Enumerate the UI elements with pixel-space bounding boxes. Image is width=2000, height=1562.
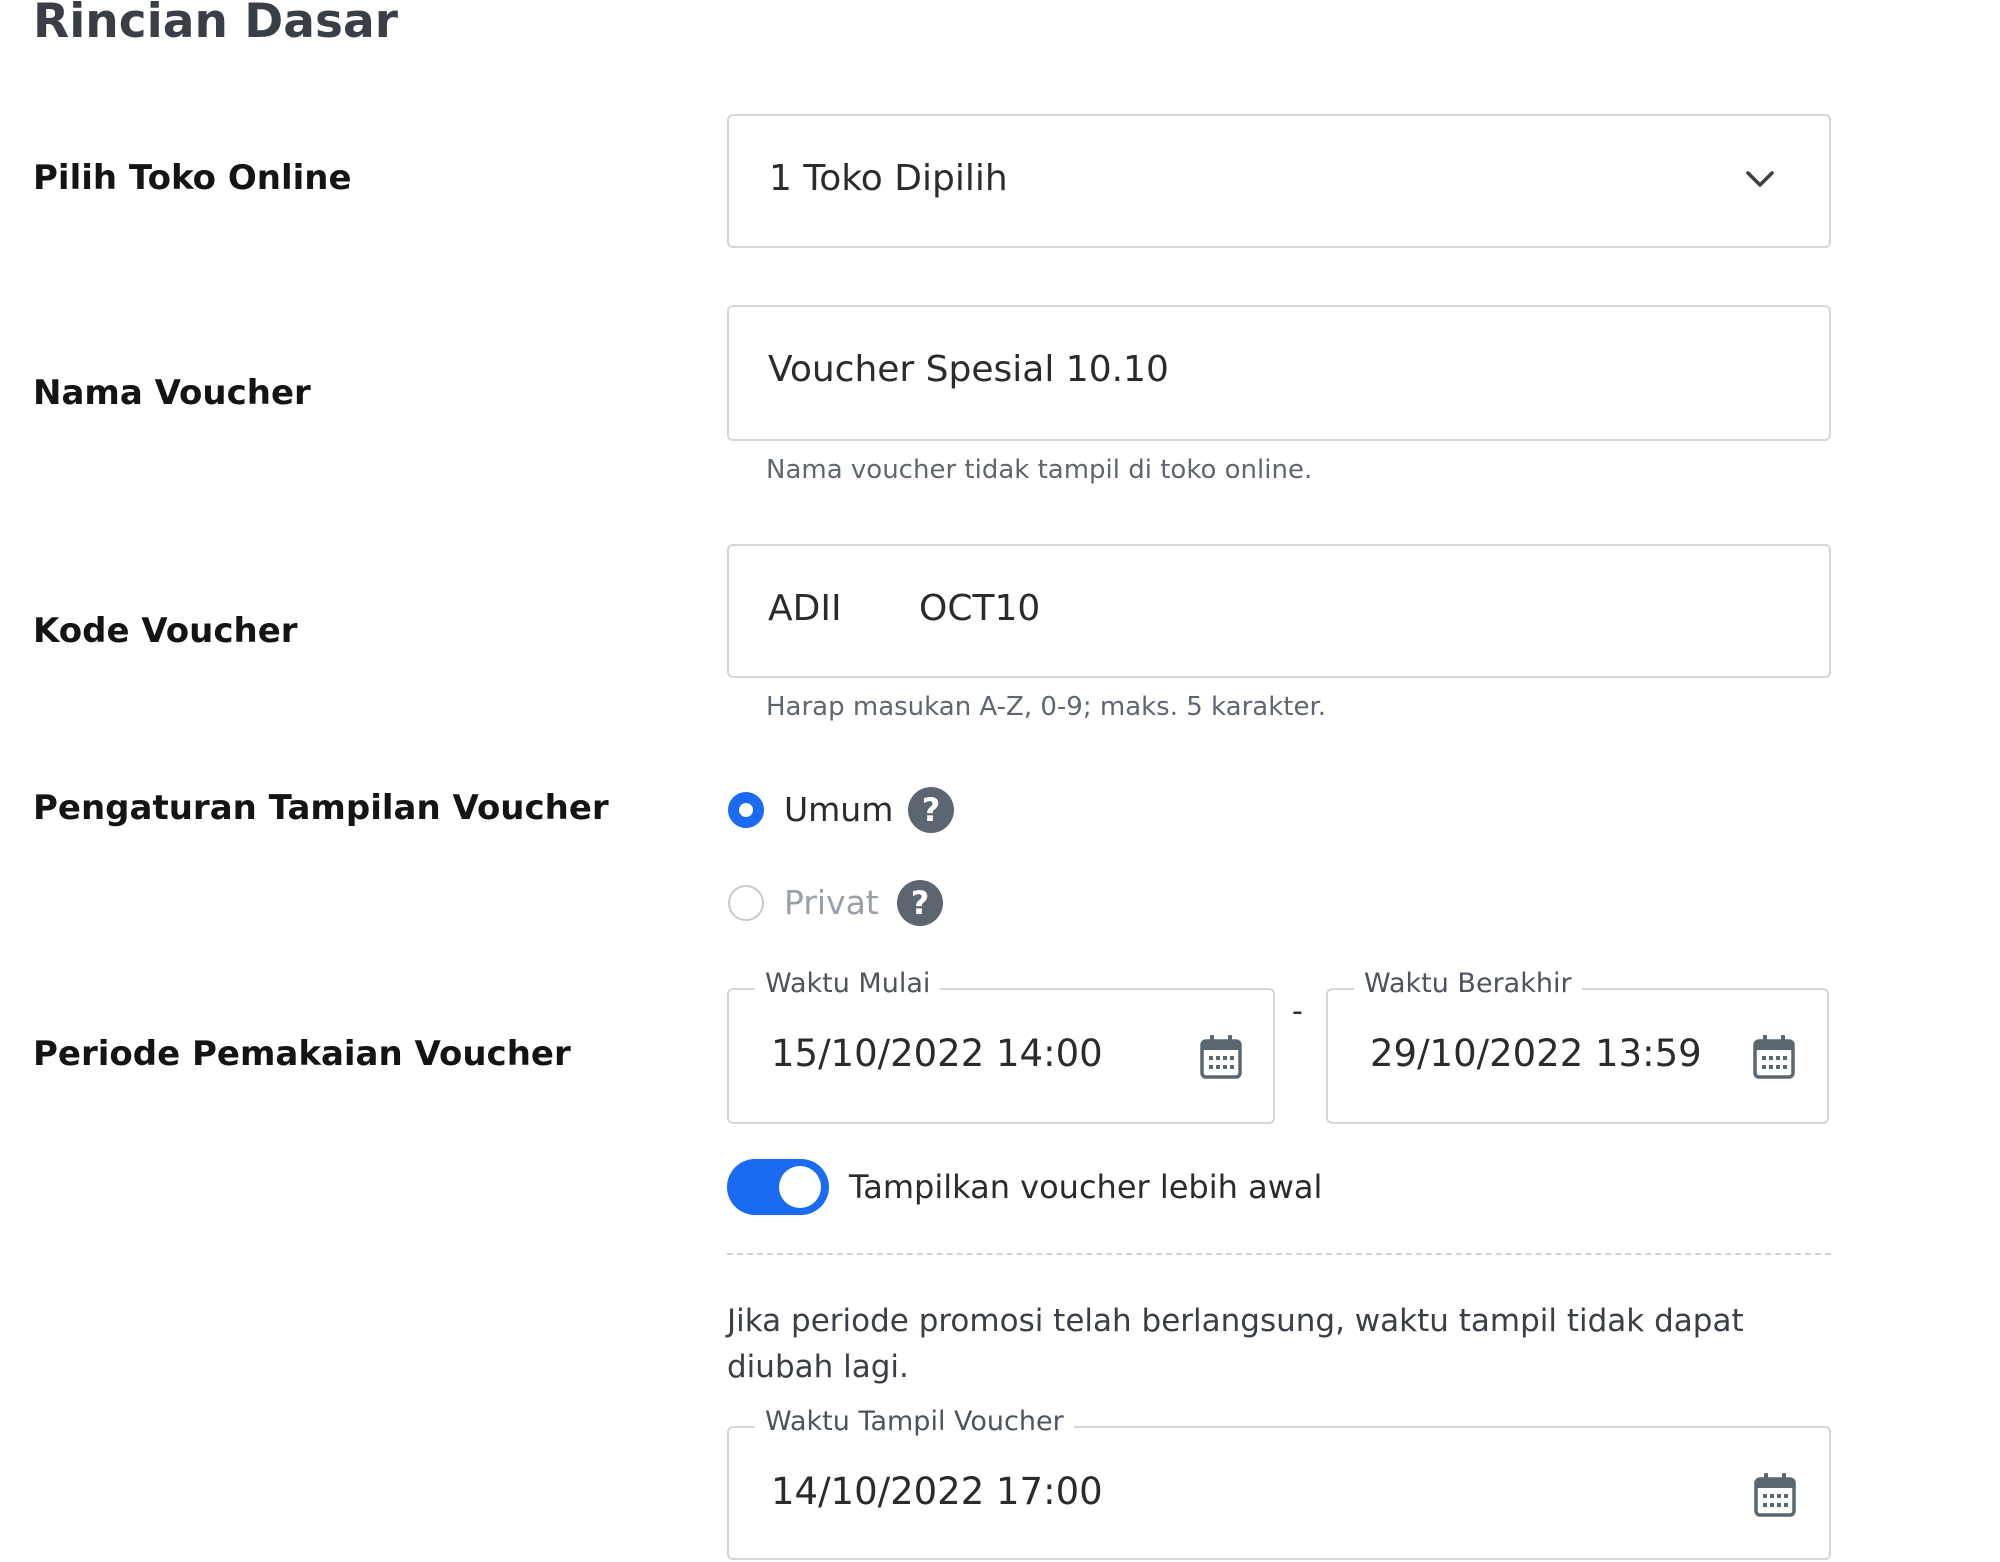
early-display-note-line2: diubah lagi. [727,1349,909,1385]
calendar-icon[interactable] [1752,1034,1796,1080]
voucher-name-value: Voucher Spesial 10.10 [768,349,1169,390]
voucher-code-label: Kode Voucher [33,611,298,651]
voucher-name-label: Nama Voucher [33,373,311,413]
radio-privat[interactable] [728,885,764,921]
store-select[interactable]: 1 Toko Dipilih [727,114,1831,248]
voucher-code-prefix: ADII [768,588,842,629]
dashed-divider [727,1253,1831,1255]
end-time-input[interactable]: 29/10/2022 13:59 [1326,988,1829,1124]
voucher-name-hint: Nama voucher tidak tampil di toko online… [766,455,1313,485]
calendar-icon[interactable] [1753,1472,1797,1518]
question-circle-icon[interactable]: ? [908,787,954,833]
toggle-knob [779,1166,821,1208]
early-display-note: Jika periode promosi telah berlangsung, … [727,1298,1744,1390]
store-select-value: 1 Toko Dipilih [769,158,1008,199]
period-label: Periode Pemakaian Voucher [33,1034,571,1074]
store-label: Pilih Toko Online [33,158,352,198]
display-time-value: 14/10/2022 17:00 [771,1470,1103,1513]
start-time-input[interactable]: 15/10/2022 14:00 [727,988,1275,1124]
end-time-legend: Waktu Berakhir [1354,968,1582,999]
end-time-value: 29/10/2022 13:59 [1370,1032,1702,1075]
radio-privat-label: Privat [784,883,879,922]
start-time-value: 15/10/2022 14:00 [771,1032,1103,1075]
display-time-legend: Waktu Tampil Voucher [755,1406,1074,1437]
display-time-input[interactable]: 14/10/2022 17:00 [727,1426,1831,1560]
radio-umum[interactable] [728,792,764,828]
display-setting-label: Pengaturan Tampilan Voucher [33,788,609,828]
voucher-code-input[interactable]: ADII OCT10 [727,544,1831,678]
voucher-code-value: OCT10 [919,588,1041,629]
question-circle-icon[interactable]: ? [897,880,943,926]
start-time-legend: Waktu Mulai [755,968,941,999]
radio-umum-label: Umum [784,790,894,829]
voucher-code-hint: Harap masukan A-Z, 0-9; maks. 5 karakter… [766,692,1327,722]
early-display-note-line1: Jika periode promosi telah berlangsung, … [727,1303,1744,1339]
section-title: Rincian Dasar [33,0,398,49]
chevron-down-icon [1746,171,1774,187]
early-display-toggle-label: Tampilkan voucher lebih awal [849,1168,1323,1206]
period-separator: - [1292,994,1303,1029]
calendar-icon[interactable] [1199,1034,1243,1080]
voucher-name-input[interactable]: Voucher Spesial 10.10 [727,305,1831,441]
early-display-toggle[interactable] [727,1159,829,1215]
